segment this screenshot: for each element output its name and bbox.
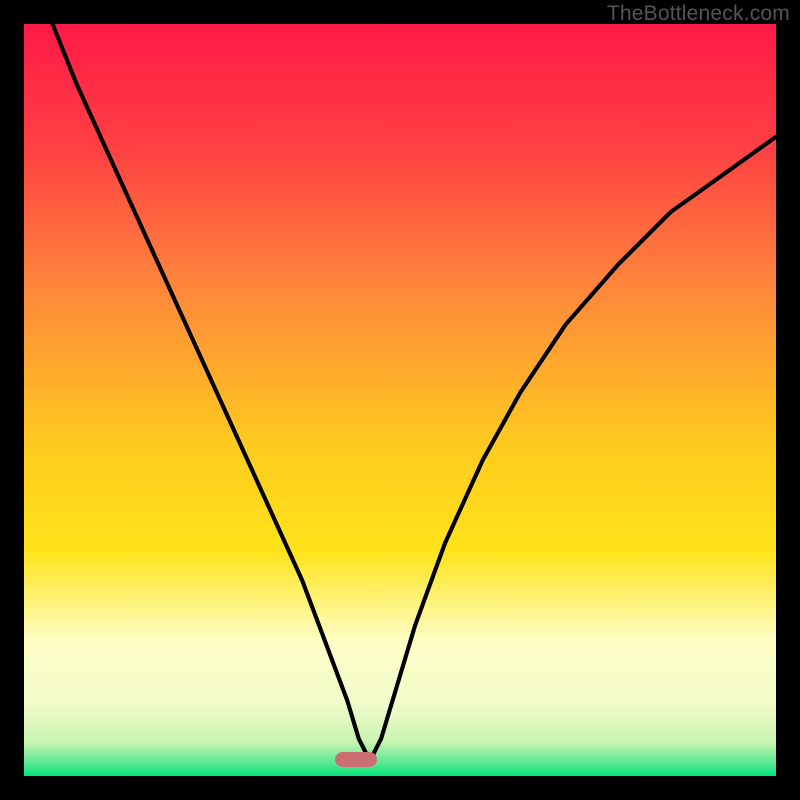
watermark-text: TheBottleneck.com [607,2,790,26]
minimum-marker [335,752,377,767]
chart-frame: TheBottleneck.com [0,0,800,800]
plot-area [24,24,776,776]
bottleneck-curve [24,24,776,776]
